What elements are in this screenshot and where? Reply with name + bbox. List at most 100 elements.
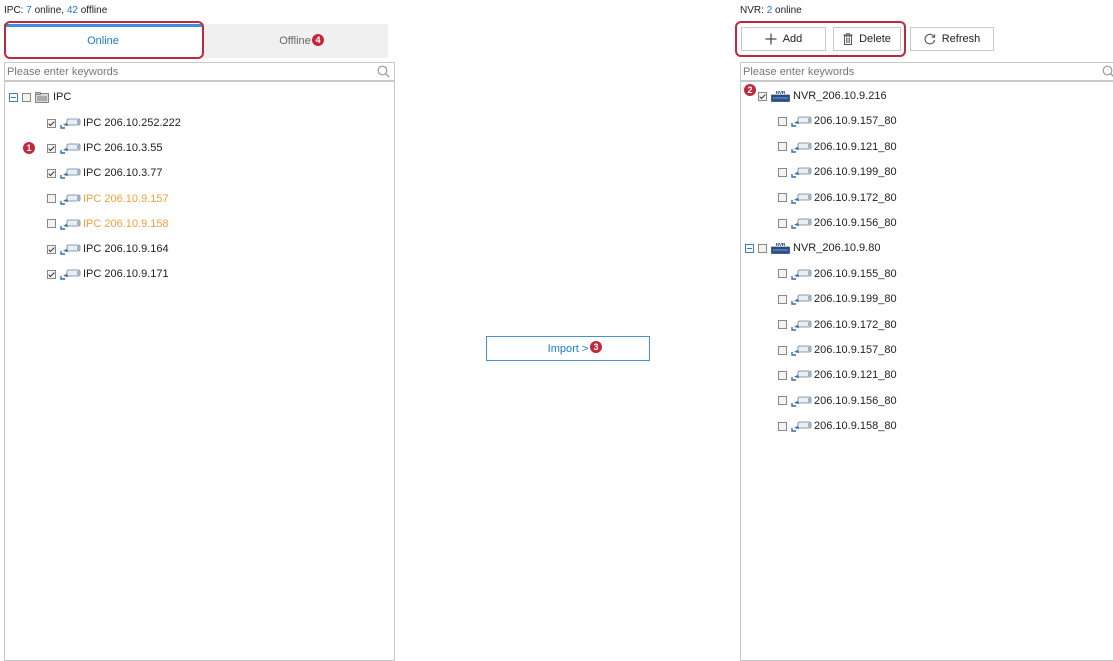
nvr-channel-checkbox[interactable] — [778, 370, 787, 380]
camera-icon — [791, 269, 812, 280]
nvr-icon: NVR — [771, 90, 790, 102]
nvr-channel-checkbox[interactable] — [778, 320, 787, 330]
nvr-channel-label: 206.10.9.157_80 — [814, 344, 897, 356]
nvr-search-input[interactable] — [741, 63, 1099, 80]
ipc-tree-root[interactable]: IPC — [9, 89, 71, 105]
nvr-channel-checkbox[interactable] — [778, 269, 787, 279]
nvr-channel-item[interactable]: 206.10.9.157_80 — [778, 342, 897, 358]
nvr-channel-checkbox[interactable] — [778, 345, 787, 355]
camera-icon — [791, 370, 812, 382]
camera-icon — [791, 116, 812, 128]
ipc-offline-count: 42 — [66, 5, 78, 16]
ipc-tree-item[interactable]: IPC 206.10.9.157 — [47, 191, 169, 207]
ipc-tree-item[interactable]: IPC 206.10.9.164 — [47, 241, 169, 257]
camera-icon — [791, 167, 812, 178]
nvr-channel-item[interactable]: 206.10.9.172_80 — [778, 190, 897, 206]
nvr-channel-item[interactable]: 206.10.9.121_80 — [778, 367, 897, 383]
nvr-channel-item[interactable]: 206.10.9.121_80 — [778, 139, 897, 155]
tab-offline-label: Offline — [279, 35, 311, 47]
ipc-item-checkbox[interactable] — [47, 194, 56, 204]
refresh-button-label: Refresh — [941, 33, 981, 45]
search-icon[interactable] — [377, 65, 390, 78]
nvr-channel-label: 206.10.9.172_80 — [814, 318, 897, 331]
nvr-channel-checkbox[interactable] — [778, 294, 787, 304]
search-icon[interactable] — [1102, 65, 1113, 78]
camera-icon — [791, 345, 812, 356]
nvr-status-line: NVR: 2 online — [740, 5, 802, 16]
tab-online[interactable]: Online — [4, 24, 202, 58]
nvr-channel-item[interactable]: 206.10.9.156_80 — [778, 215, 897, 231]
trash-icon — [843, 33, 853, 45]
ipc-item-label: IPC 206.10.9.157 — [83, 192, 169, 205]
nvr-channel-item[interactable]: 206.10.9.199_80 — [778, 164, 897, 180]
ipc-item-checkbox[interactable] — [47, 168, 56, 178]
nvr-group-checkbox[interactable] — [758, 243, 767, 253]
refresh-button[interactable]: Refresh — [910, 27, 994, 51]
nvr-channel-label: 206.10.9.121_80 — [814, 140, 897, 153]
nvr-channel-checkbox[interactable] — [778, 167, 787, 177]
nvr-channel-label: 206.10.9.199_80 — [814, 166, 897, 179]
ipc-tree-item[interactable]: IPC 206.10.9.171 — [47, 266, 169, 282]
nvr-channel-label: 206.10.9.158_80 — [814, 420, 897, 433]
import-button[interactable]: Import > — [486, 336, 650, 361]
ipc-item-checkbox[interactable] — [47, 244, 56, 254]
ipc-online-count: 7 — [26, 5, 32, 16]
ipc-item-label: IPC 206.10.3.77 — [83, 167, 163, 180]
import-button-label: Import > — [547, 342, 589, 355]
camera-icon — [60, 244, 81, 255]
ipc-item-checkbox[interactable] — [47, 269, 56, 279]
nvr-channel-checkbox[interactable] — [778, 218, 787, 228]
nvr-channel-item[interactable]: 206.10.9.157_80 — [778, 113, 897, 129]
nvr-channel-checkbox[interactable] — [778, 116, 787, 126]
add-button[interactable]: Add — [741, 27, 826, 51]
ipc-item-checkbox[interactable] — [47, 143, 56, 153]
tab-offline[interactable]: Offline — [202, 24, 388, 58]
camera-icon — [60, 118, 81, 129]
nvr-channel-label: 206.10.9.155_80 — [814, 267, 897, 280]
ipc-root-checkbox[interactable] — [22, 92, 31, 102]
nvr-channel-item[interactable]: 206.10.9.158_80 — [778, 418, 897, 434]
ipc-item-label: IPC 206.10.252.222 — [83, 117, 181, 129]
nvr-channel-item[interactable]: 206.10.9.156_80 — [778, 393, 897, 409]
camera-icon — [791, 218, 812, 229]
nvr-channel-label: 206.10.9.121_80 — [814, 369, 897, 382]
ipc-search-input[interactable] — [5, 63, 374, 80]
ipc-status-separator: , — [61, 5, 65, 16]
nvr-group-label: NVR_206.10.9.80 — [793, 242, 881, 255]
ipc-root-label: IPC — [53, 91, 72, 103]
nvr-channel-checkbox[interactable] — [778, 396, 787, 406]
nvr-group-row[interactable]: NVR NVR_206.10.9.80 — [745, 240, 880, 256]
ipc-tree-item[interactable]: IPC 206.10.3.55 — [47, 140, 163, 156]
camera-icon — [60, 168, 81, 180]
ipc-item-label: IPC 206.10.3.55 — [83, 142, 163, 155]
ipc-tree-item[interactable]: IPC 206.10.9.158 — [47, 216, 169, 232]
nvr-group-checkbox[interactable] — [758, 91, 767, 101]
collapse-icon[interactable] — [9, 92, 18, 102]
camera-icon — [60, 143, 81, 154]
delete-button[interactable]: Delete — [833, 27, 901, 51]
nvr-channel-checkbox[interactable] — [778, 142, 787, 152]
nvr-channel-item[interactable]: 206.10.9.155_80 — [778, 266, 897, 282]
nvr-channel-checkbox[interactable] — [778, 421, 787, 431]
camera-icon — [60, 219, 81, 230]
ipc-tree-item[interactable]: IPC 206.10.3.77 — [47, 165, 163, 181]
nvr-online-count: 2 — [766, 5, 773, 16]
ipc-item-checkbox[interactable] — [47, 219, 56, 229]
nvr-channel-item[interactable]: 206.10.9.172_80 — [778, 317, 897, 333]
ipc-tree-item[interactable]: IPC 206.10.252.222 — [47, 115, 181, 131]
nvr-status-prefix: NVR: — [740, 5, 764, 16]
camera-icon — [791, 320, 812, 331]
add-button-label: Add — [782, 33, 803, 45]
camera-icon — [60, 269, 81, 280]
nvr-channel-checkbox[interactable] — [778, 193, 787, 203]
ipc-item-checkbox[interactable] — [47, 118, 56, 128]
nvr-group-row[interactable]: NVR NVR_206.10.9.216 — [745, 88, 887, 104]
collapse-icon[interactable] — [745, 243, 754, 253]
ipc-tab-bar: Online Offline — [4, 24, 388, 58]
callout-2: 2 — [744, 84, 756, 96]
camera-icon — [791, 142, 812, 153]
callout-3: 3 — [590, 341, 602, 353]
nvr-channel-item[interactable]: 206.10.9.199_80 — [778, 291, 897, 307]
ipc-item-label: IPC 206.10.9.158 — [83, 217, 169, 230]
nvr-search-box — [740, 62, 1113, 81]
